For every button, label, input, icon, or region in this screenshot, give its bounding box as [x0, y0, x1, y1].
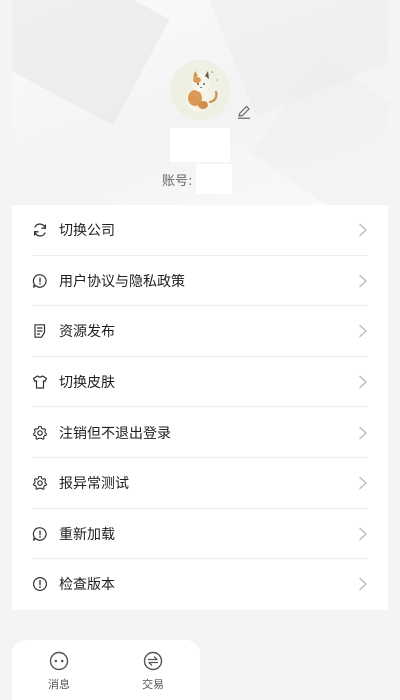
avatar[interactable] [170, 60, 230, 120]
menu-item-check-version[interactable]: 检查版本 [12, 559, 388, 610]
speech-info-icon [32, 273, 48, 289]
menu-item-label: 切换公司 [59, 223, 115, 240]
menu-item-label: 注销但不退出登录 [59, 425, 171, 442]
menu-item-switch-skin[interactable]: 切换皮肤 [12, 357, 388, 408]
account-value-redacted [196, 164, 233, 194]
gear-icon [32, 425, 48, 441]
chevron-right-icon [359, 375, 367, 389]
menu-item-logout-keep-session[interactable]: 注销但不退出登录 [12, 407, 388, 458]
menu-item-label: 报异常测试 [59, 476, 129, 493]
cat-avatar-icon [170, 60, 230, 120]
settings-menu: 切换公司 用户协议与隐私政策 资源发布 切换皮肤 注销但不退出登录 报异常测试 … [12, 205, 388, 610]
bottom-tab-bar: 消息 交易 [12, 640, 200, 700]
account-label: 账号: [162, 173, 193, 189]
menu-item-user-agreement[interactable]: 用户协议与隐私政策 [12, 256, 388, 307]
alert-circle-icon [32, 576, 48, 592]
profile-header: 账号: [12, 0, 388, 205]
menu-item-label: 检查版本 [59, 577, 115, 594]
gear-icon [32, 475, 48, 491]
shirt-icon [32, 374, 48, 390]
pencil-icon[interactable] [236, 104, 252, 120]
speech-info-icon [32, 526, 48, 542]
menu-item-switch-company[interactable]: 切换公司 [12, 205, 388, 256]
chevron-right-icon [359, 325, 367, 338]
username-redacted [170, 128, 230, 162]
tab-label: 交易 [142, 678, 164, 691]
chevron-right-icon [359, 578, 367, 591]
menu-item-label: 重新加载 [59, 526, 115, 543]
chevron-right-icon [359, 426, 367, 439]
screen: 账号: 切换公司 用户协议与隐私政策 资源发布 切换皮肤 注销但不退出登录 报异… [0, 0, 400, 700]
chat-bubble-icon [49, 651, 69, 671]
chevron-right-icon [359, 527, 367, 541]
chevron-right-icon [359, 224, 367, 237]
document-icon [32, 323, 48, 339]
profile-card: 账号: 切换公司 用户协议与隐私政策 资源发布 切换皮肤 注销但不退出登录 报异… [12, 0, 388, 610]
menu-item-label: 资源发布 [59, 324, 115, 341]
chevron-right-icon [359, 274, 367, 288]
menu-item-label: 切换皮肤 [59, 375, 115, 392]
chevron-right-icon [359, 477, 367, 490]
tab-label: 消息 [48, 678, 70, 691]
tab-trade[interactable]: 交易 [106, 640, 200, 700]
tab-messages[interactable]: 消息 [12, 640, 106, 700]
refresh-icon [32, 222, 48, 238]
account-row: 账号: [162, 164, 233, 194]
menu-item-label: 用户协议与隐私政策 [59, 273, 185, 290]
menu-item-reload[interactable]: 重新加载 [12, 509, 388, 560]
exchange-icon [143, 651, 163, 671]
menu-item-report-exception-test[interactable]: 报异常测试 [12, 458, 388, 509]
menu-item-resource-publish[interactable]: 资源发布 [12, 306, 388, 357]
